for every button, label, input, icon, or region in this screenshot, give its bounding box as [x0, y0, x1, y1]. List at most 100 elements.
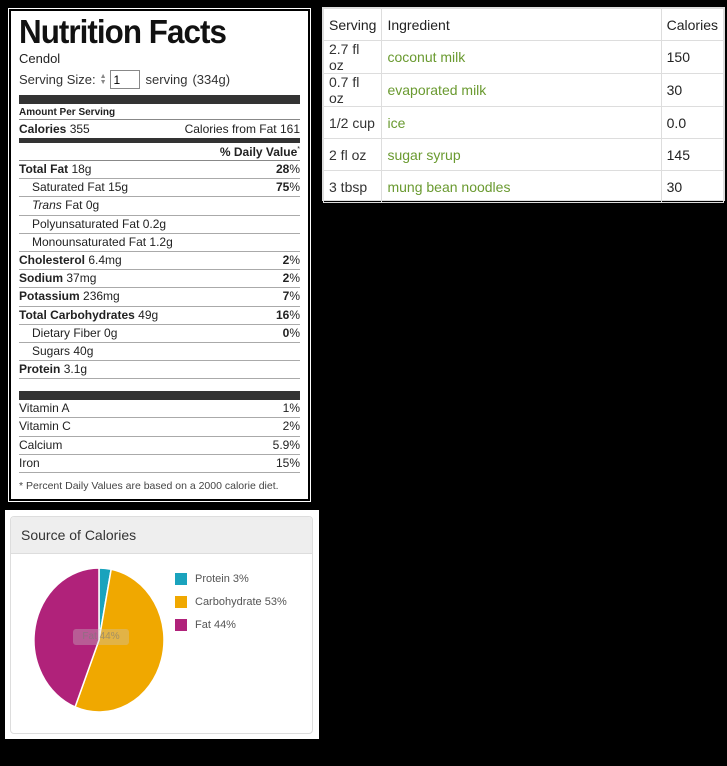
vitamin-row: Iron 15% [19, 455, 300, 473]
ingredients-table: Serving Ingredient Calories 2.7 fl oz coc… [322, 8, 725, 203]
calories-label: Calories [19, 122, 67, 136]
table-row: 3 tbsp mung bean noodles 30 [322, 170, 725, 203]
nutrient-name: Monounsaturated Fat 1.2g [32, 234, 173, 249]
ingredient-link[interactable]: mung bean noodles [381, 170, 662, 203]
serving-unit: serving [145, 72, 188, 87]
table-row: 0.7 fl oz evaporated milk 30 [322, 73, 725, 107]
legend-swatch [175, 572, 187, 585]
pie-hover-tooltip: Fat 44% [73, 629, 129, 645]
source-of-calories-panel: Source of Calories Fat 44% Protein 3% Car… [10, 516, 313, 734]
table-row: 2.7 fl oz coconut milk 150 [322, 40, 725, 74]
legend-label: Carbohydrate 53% [195, 595, 287, 608]
nutrient-amount: 0.2g [142, 216, 167, 231]
vitamin-percent: 5.9% [272, 437, 300, 452]
vitamin-percent: 2% [282, 419, 300, 434]
footnote: * Percent Daily Values are based on a 20… [19, 480, 279, 492]
nutrient-name: Trans Fat 0g [32, 198, 100, 213]
ingredient-link[interactable]: evaporated milk [381, 73, 662, 107]
nutrient-row: Total Fat 18g 28% [19, 161, 300, 180]
nutrient-row: Cholesterol 6.4mg 2% [19, 252, 300, 271]
ingredient-calories: 145 [660, 138, 725, 171]
serving-size-row: Serving Size: ▲▼ serving (334g) [19, 70, 300, 89]
ingredient-calories: 30 [660, 73, 725, 107]
nutrient-row: Trans Fat 0g [19, 197, 300, 216]
vitamin-name: Calcium [19, 437, 63, 452]
table-row: 2 fl oz sugar syrup 145 [322, 138, 725, 171]
vitamin-row: Vitamin A 1% [19, 400, 300, 419]
nutrient-row: Saturated Fat 15g 75% [19, 179, 300, 198]
nutrient-amount: 0g [85, 198, 100, 213]
ingredient-calories: 0.0 [660, 106, 725, 139]
nutrient-amount: 15g [108, 180, 129, 195]
ingredient-serving: 0.7 fl oz [322, 73, 383, 107]
daily-value-mark: * [297, 146, 300, 153]
ingredient-link[interactable]: sugar syrup [381, 138, 662, 171]
ingredient-serving: 1/2 cup [322, 106, 383, 139]
calories-from-fat-value: 161 [279, 122, 300, 136]
nutrient-amount: 236mg [83, 289, 120, 304]
source-of-calories-frame: Source of Calories Fat 44% Protein 3% Car… [5, 510, 319, 739]
amount-per-serving: Amount Per Serving [19, 107, 300, 120]
ingredient-serving: 2.7 fl oz [322, 40, 383, 74]
nutrient-amount: 3.1g [63, 362, 88, 377]
label-title: Nutrition Facts [19, 13, 227, 50]
nutrient-daily-percent: 2% [282, 271, 300, 286]
header-serving: Serving [322, 8, 383, 41]
vitamin-percent: 1% [282, 401, 300, 416]
nutrient-daily-percent: 28% [275, 162, 300, 176]
table-header-row: Serving Ingredient Calories [322, 8, 725, 41]
legend-item: Protein 3% [175, 567, 287, 590]
legend-item: Carbohydrate 53% [175, 590, 287, 613]
nutrient-daily-percent: 2% [282, 252, 300, 267]
nutrient-row: Sugars 40g [19, 343, 300, 362]
nutrient-name: Cholesterol 6.4mg [19, 252, 122, 267]
legend-swatch [175, 618, 187, 631]
recipe-name: Cendol [19, 51, 61, 66]
vitamin-row: Vitamin C 2% [19, 418, 300, 437]
nutrient-name: Sugars 40g [32, 343, 94, 358]
daily-value-label: % Daily Value [219, 145, 298, 159]
nutrient-name: Polyunsaturated Fat 0.2g [32, 216, 167, 231]
nutrient-amount: 1.2g [149, 234, 173, 249]
vitamin-percent: 15% [275, 455, 300, 470]
nutrient-name: Potassium 236mg [19, 289, 120, 304]
nutrient-name: Protein 3.1g [19, 362, 88, 377]
nutrient-list: Total Fat 18g 28% Saturated Fat 15g 75% Tran… [19, 161, 300, 380]
nutrient-amount: 49g [138, 307, 159, 322]
ingredient-serving: 2 fl oz [322, 138, 383, 171]
ingredients-table-panel: Serving Ingredient Calories 2.7 fl oz coc… [322, 7, 725, 203]
nutrient-daily-percent: 7% [282, 289, 300, 304]
header-calories: Calories [660, 8, 725, 41]
nutrient-name: Total Carbohydrates 49g [19, 307, 159, 322]
source-of-calories-title: Source of Calories [11, 517, 312, 554]
vitamin-row: Calcium 5.9% [19, 437, 300, 455]
nutrient-daily-percent: 0% [282, 325, 300, 340]
serving-quantity-input[interactable] [109, 70, 140, 89]
ingredient-link[interactable]: ice [381, 106, 662, 139]
divider-thick [19, 95, 300, 104]
nutrient-row: Polyunsaturated Fat 0.2g [19, 216, 300, 234]
legend-label: Protein 3% [195, 572, 249, 585]
vitamin-list: Vitamin A 1% Vitamin C 2% Calcium 5.9% Iron 15% [19, 400, 300, 473]
stepper-arrows-icon[interactable]: ▲ ▼ [100, 73, 107, 86]
nutrient-amount: 0g [104, 325, 118, 340]
serving-grams: (334g) [192, 72, 231, 87]
ingredient-calories: 30 [660, 170, 725, 203]
nutrient-name: Saturated Fat 15g [32, 180, 129, 195]
pie-legend: Protein 3% Carbohydrate 53% Fat 44% [175, 567, 287, 636]
nutrient-daily-percent: 75% [275, 180, 300, 195]
nutrient-row: Potassium 236mg 7% [19, 288, 300, 307]
ingredient-link[interactable]: coconut milk [381, 40, 662, 74]
nutrient-daily-percent: 16% [275, 307, 300, 322]
nutrient-amount: 37mg [66, 271, 97, 286]
vitamin-name: Iron [19, 455, 40, 470]
nutrient-amount: 18g [71, 162, 92, 176]
vitamin-name: Vitamin C [19, 419, 71, 434]
nutrition-label: Nutrition Facts Cendol Serving Size: ▲ ▼ … [8, 8, 311, 502]
daily-value-header: % Daily Value* [19, 143, 300, 161]
legend-item: Fat 44% [175, 613, 287, 636]
table-row: 1/2 cup ice 0.0 [322, 106, 725, 139]
legend-label: Fat 44% [195, 618, 236, 631]
nutrient-name: Sodium 37mg [19, 271, 97, 286]
calories-value: 355 [69, 122, 90, 136]
